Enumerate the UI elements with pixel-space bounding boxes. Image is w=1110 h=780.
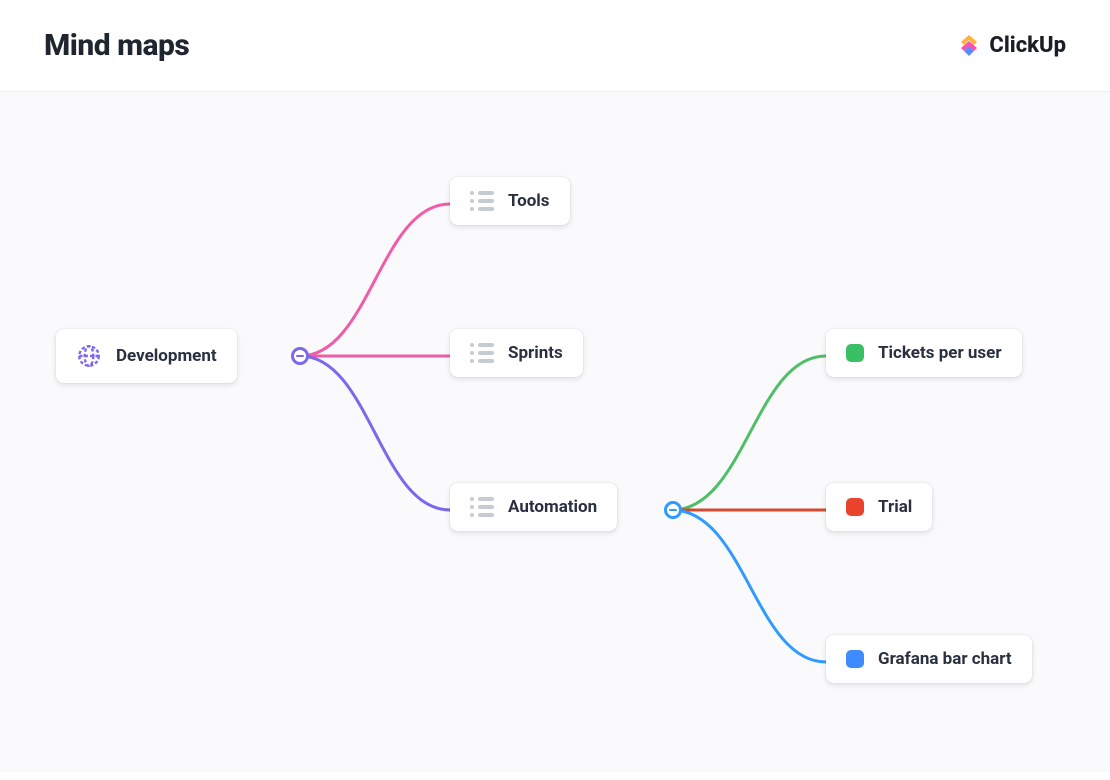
brand-logo: ClickUp xyxy=(957,32,1066,60)
status-square-icon xyxy=(846,498,864,516)
node-development[interactable]: Development xyxy=(56,329,237,383)
node-label: Trial xyxy=(878,497,912,517)
collapse-toggle-automation[interactable] xyxy=(664,501,682,519)
brand-name: ClickUp xyxy=(989,33,1066,58)
node-tickets-per-user[interactable]: Tickets per user xyxy=(826,329,1022,377)
node-label: Automation xyxy=(508,497,597,517)
collapse-toggle-development[interactable] xyxy=(291,347,309,365)
node-tools[interactable]: Tools xyxy=(450,177,570,225)
node-sprints[interactable]: Sprints xyxy=(450,329,583,377)
list-icon xyxy=(470,497,494,517)
node-label: Development xyxy=(116,346,217,366)
node-grafana-bar-chart[interactable]: Grafana bar chart xyxy=(826,635,1032,683)
node-label: Tickets per user xyxy=(878,343,1002,363)
page-title: Mind maps xyxy=(44,28,189,63)
mindmap-canvas[interactable]: Development Tools Sprints Automation xyxy=(0,92,1110,772)
node-label: Grafana bar chart xyxy=(878,649,1012,669)
list-icon xyxy=(470,191,494,211)
header: Mind maps ClickUp xyxy=(0,0,1110,92)
node-trial[interactable]: Trial xyxy=(826,483,932,531)
clickup-logo-icon xyxy=(957,32,981,60)
status-square-icon xyxy=(846,344,864,362)
list-icon xyxy=(470,343,494,363)
status-square-icon xyxy=(846,650,864,668)
node-automation[interactable]: Automation xyxy=(450,483,617,531)
minus-icon xyxy=(296,355,304,358)
node-label: Tools xyxy=(508,191,550,211)
minus-icon xyxy=(669,509,677,512)
globe-icon xyxy=(76,343,102,369)
node-label: Sprints xyxy=(508,343,563,363)
